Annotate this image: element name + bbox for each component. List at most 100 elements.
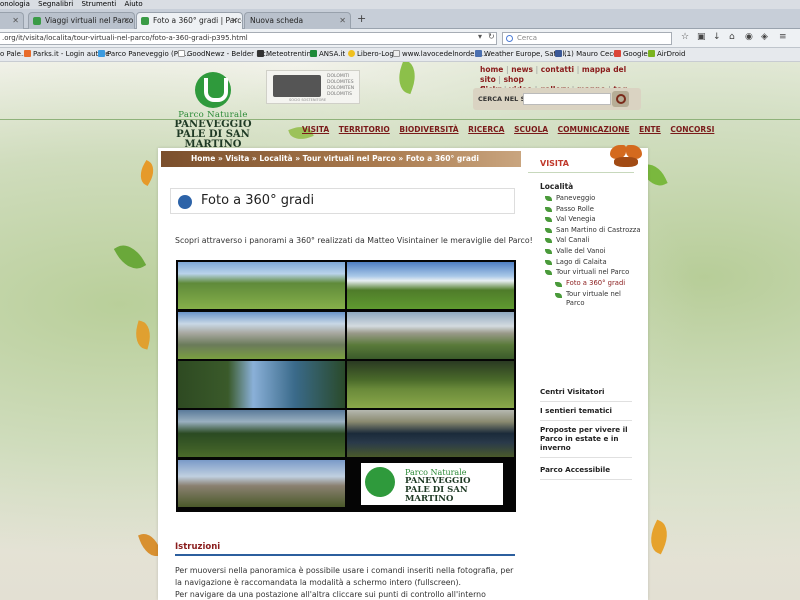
bookmark-item[interactable]: Parco Paneveggio (Par... (98, 48, 191, 61)
tab-partial[interactable]: ✕ (0, 12, 24, 29)
search-placeholder: Cerca (517, 34, 538, 42)
menu-item-segnalibri[interactable]: Segnalibri (38, 0, 73, 8)
sidebar-localita[interactable]: Località (540, 182, 573, 191)
panorama-thumbnail[interactable] (347, 361, 514, 408)
panorama-thumbnail[interactable] (347, 262, 514, 309)
panorama-thumbnail[interactable] (178, 262, 345, 309)
home-icon[interactable]: ⌂ (729, 32, 735, 42)
close-icon[interactable]: ✕ (12, 13, 19, 29)
breadcrumb[interactable]: Home » Visita » Località » Tour virtuali… (161, 151, 521, 167)
libero-icon (348, 50, 355, 57)
sidebar-heading[interactable]: VISITA (528, 159, 634, 173)
sidebar-item-val-venegia[interactable]: Val Venegia (545, 214, 640, 225)
site-search-button[interactable] (612, 91, 629, 107)
site-favicon-icon (141, 17, 149, 25)
logo-text-line3: PALE DI SAN MARTINO (176, 129, 250, 150)
new-tab-plus-icon[interactable]: + (357, 12, 366, 25)
bookmark-item[interactable]: Parks.it - Login autore (24, 48, 110, 61)
clipboard-icon[interactable]: ▣ (697, 32, 706, 42)
sidebar-item-san-martino[interactable]: San Martino di Castrozza (545, 225, 641, 236)
sidebar-item-passo-rolle[interactable]: Passo Rolle (545, 204, 640, 215)
park-logo-tile[interactable]: Parco Naturale PANEVEGGIO PALE DI SAN MA… (345, 460, 512, 507)
leaf-decoration (135, 159, 159, 187)
panorama-thumbnail[interactable] (178, 410, 345, 457)
logo-tile-lines: PANEVEGGIO PALE DI SAN MARTINO (405, 477, 503, 504)
nav-ricerca[interactable]: RICERCA (468, 125, 504, 134)
nav-ente[interactable]: ENTE (639, 125, 661, 134)
bookmark-item[interactable]: ANSA.it (310, 48, 345, 61)
nav-biodiversita[interactable]: BIODIVERSITÀ (399, 125, 458, 134)
google-icon (614, 50, 621, 57)
sidebar-proposte[interactable]: Proposte per vivere il Parco in estate e… (540, 425, 632, 458)
pocket-icon[interactable]: ◉ (745, 32, 753, 42)
link-home[interactable]: home (480, 65, 503, 74)
panorama-thumbnail[interactable] (178, 460, 345, 507)
download-icon[interactable]: ↓ (713, 32, 721, 42)
site-search: CERCA NEL SITO (473, 88, 641, 110)
url-bar[interactable]: .org/it/visita/localita/tour-virtuali-ne… (0, 32, 497, 45)
leaf-decoration (644, 519, 674, 555)
sidebar-item-paneveggio[interactable]: Paneveggio (545, 193, 640, 204)
nav-concorsi[interactable]: CONCORSI (670, 125, 714, 134)
menu-icon[interactable]: ≡ (779, 32, 787, 42)
tab-nuova-scheda[interactable]: Nuova scheda ✕ (244, 12, 351, 29)
leaf-decoration (131, 320, 155, 350)
site-header: Parco Naturale PANEVEGGIO PALE DI SAN MA… (0, 62, 800, 150)
tab-viaggi-virtuali[interactable]: Viaggi virtuali nel Parco | P... ✕ (28, 12, 135, 29)
dropdown-arrow-icon[interactable]: ▾ (478, 32, 482, 41)
sidebar-subitem-tour-virtuale[interactable]: Tour virtuale nel Parco (555, 290, 635, 308)
tab-foto-360[interactable]: Foto a 360° gradi | Parco P... ✕ (136, 12, 243, 29)
close-icon[interactable]: ✕ (231, 13, 238, 29)
link-news[interactable]: news (511, 65, 533, 74)
bookmark-item[interactable]: Meteotrentino (257, 48, 315, 61)
sidebar-parco-accessibile[interactable]: Parco Accessibile (540, 465, 632, 480)
main-navigation: VISITA TERRITORIO BIODIVERSITÀ RICERCA S… (302, 125, 721, 137)
nav-visita[interactable]: VISITA (302, 125, 329, 134)
sidebar-item-valle-vanoi[interactable]: Valle del Vanoi (545, 246, 640, 257)
airdroid-icon (648, 50, 655, 57)
reload-icon[interactable]: ↻ (488, 32, 495, 41)
panorama-thumbnail[interactable] (347, 410, 514, 457)
link-shop[interactable]: shop (504, 75, 524, 84)
sidebar-subitem-foto-360[interactable]: Foto a 360° gradi (555, 279, 635, 288)
nav-territorio[interactable]: TERRITORIO (339, 125, 390, 134)
sidebar-item-tour-virtuali[interactable]: Tour virtuali nel Parco (545, 267, 640, 278)
panorama-thumbnail[interactable] (178, 361, 345, 408)
istruzioni-paragraph-2: Per navigare da una postazione all'altra… (175, 590, 486, 599)
close-icon[interactable]: ✕ (339, 13, 346, 29)
bookmark-item[interactable]: (1) Mauro Cecco (555, 48, 621, 61)
logo-tile-line3: PALE DI SAN MARTINO (405, 485, 468, 504)
menu-item-cronologia[interactable]: onologia (0, 0, 30, 8)
menu-item-strumenti[interactable]: Strumenti (81, 0, 116, 8)
dolomiti-unesco-badge[interactable]: DOLOMITI DOLOMITES DOLOMITEN DOLOMITIS S… (266, 70, 360, 104)
bookmark-item[interactable]: Google (614, 48, 648, 61)
park-logo[interactable]: Parco Naturale PANEVEGGIO PALE DI SAN MA… (163, 70, 263, 150)
nav-comunicazione[interactable]: COMUNICAZIONE (558, 125, 630, 134)
sidebar-item-lago-calaita[interactable]: Lago di Calaita (545, 257, 640, 268)
site-search-input[interactable] (523, 93, 611, 105)
star-icon[interactable]: ☆ (681, 32, 689, 42)
close-icon[interactable]: ✕ (123, 13, 130, 29)
panorama-thumbnail[interactable] (347, 312, 514, 359)
page-icon (393, 50, 400, 57)
sidebar-centri-visitatori[interactable]: Centri Visitatori (540, 387, 632, 402)
menu-bar: onologia Segnalibri Strumenti Aiuto (0, 0, 800, 9)
park-emblem-icon (178, 195, 192, 209)
tab-label: Nuova scheda (250, 16, 304, 25)
dolomiti-subtext: SOCIO SOSTENITORE (289, 98, 327, 102)
menu-item-aiuto[interactable]: Aiuto (124, 0, 142, 8)
twitter-icon (98, 50, 105, 57)
link-contatti[interactable]: contatti (541, 65, 574, 74)
addon-icon[interactable]: ◈ (761, 32, 768, 42)
sidebar-item-val-canali[interactable]: Val Canali (545, 235, 640, 246)
site-favicon-icon (33, 17, 41, 25)
search-input[interactable]: Cerca (502, 32, 672, 45)
park-logo-icon (195, 72, 231, 108)
panorama-thumbnail[interactable] (178, 312, 345, 359)
nav-scuola[interactable]: SCUOLA (514, 125, 548, 134)
istruzioni-text: Per muoversi nella panoramica è possibil… (175, 565, 520, 600)
bookmark-item[interactable]: AirDroid (648, 48, 685, 61)
tab-label: Foto a 360° gradi | Parco P... (153, 16, 242, 25)
tab-bar: ✕ Viaggi virtuali nel Parco | P... ✕ Fot… (0, 9, 800, 29)
sidebar-sentieri-tematici[interactable]: I sentieri tematici (540, 406, 632, 421)
